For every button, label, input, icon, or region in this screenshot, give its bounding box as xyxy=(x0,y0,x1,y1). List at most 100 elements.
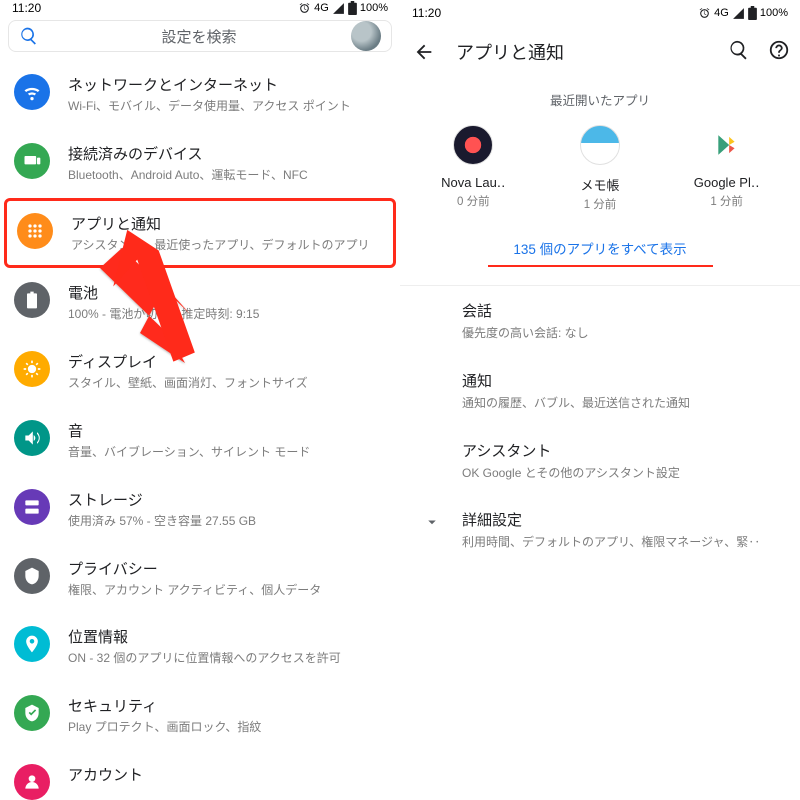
settings-list: ネットワークとインターネット Wi-Fi、モバイル、データ使用量、アクセス ポイン… xyxy=(0,60,400,800)
item-sub: Wi-Fi、モバイル、データ使用量、アクセス ポイント xyxy=(68,98,386,115)
alarm-icon xyxy=(298,2,311,15)
item-title: 音 xyxy=(68,420,386,441)
recent-app-play[interactable]: Google Pl‥ 1 分前 xyxy=(672,125,782,212)
battery-pct: 100% xyxy=(360,2,388,14)
battery-icon xyxy=(348,1,357,15)
memo-app-icon xyxy=(580,125,620,165)
row-sub: 通知の履歴、バブル、最近送信された通知 xyxy=(462,395,782,412)
item-title: 接続済みのデバイス xyxy=(68,143,386,164)
row-conversations[interactable]: 会話 優先度の高い会話: なし xyxy=(400,286,800,356)
annotation-underline xyxy=(488,265,713,267)
row-title: アシスタント xyxy=(462,440,782,461)
battery-icon xyxy=(748,6,757,20)
battery-pct: 100% xyxy=(760,7,788,19)
status-right: 4G 100% xyxy=(698,6,788,20)
item-sub: Play プロテクト、画面ロック、指紋 xyxy=(68,719,386,736)
devices-icon xyxy=(14,143,50,179)
security-icon xyxy=(14,695,50,731)
item-title: 位置情報 xyxy=(68,626,386,647)
storage-icon xyxy=(14,489,50,525)
status-time: 11:20 xyxy=(12,1,41,15)
row-title: 通知 xyxy=(462,370,782,391)
item-sub: スタイル、壁紙、画面消灯、フォントサイズ xyxy=(68,375,386,392)
search-button[interactable] xyxy=(728,39,750,66)
row-sub: OK Google とその他のアシスタント設定 xyxy=(462,465,782,482)
item-sub: Bluetooth、Android Auto、運転モード、NFC xyxy=(68,167,386,184)
row-title: 会話 xyxy=(462,300,782,321)
setting-sound[interactable]: 音音量、バイブレーション、サイレント モード xyxy=(0,406,400,475)
sound-icon xyxy=(14,420,50,456)
page-title: アプリと通知 xyxy=(456,39,710,65)
setting-privacy[interactable]: プライバシー権限、アカウント アクティビティ、個人データ xyxy=(0,544,400,613)
item-title: ディスプレイ xyxy=(68,351,386,372)
battery-icon xyxy=(14,282,50,318)
setting-network[interactable]: ネットワークとインターネット Wi-Fi、モバイル、データ使用量、アクセス ポイン… xyxy=(0,60,400,129)
show-all-link: 135 個のアプリをすべて表示 xyxy=(513,238,686,258)
setting-connected-devices[interactable]: 接続済みのデバイス Bluetooth、Android Auto、運転モード、NF… xyxy=(0,129,400,198)
privacy-icon xyxy=(14,558,50,594)
app-time: 0 分前 xyxy=(457,193,490,209)
status-time: 11:20 xyxy=(412,6,441,20)
row-title: 詳細設定 xyxy=(462,509,782,530)
item-sub: 使用済み 57% - 空き容量 27.55 GB xyxy=(68,513,386,530)
account-icon xyxy=(14,764,50,800)
app-name: Nova Lau‥ xyxy=(441,175,505,191)
highlight-box: アプリと通知アシスタント、最近使ったアプリ、デフォルトのアプリ xyxy=(4,198,396,269)
app-time: 1 分前 xyxy=(710,193,743,209)
recent-apps-row: Nova Lau‥ 0 分前 メモ帳 1 分前 Google Pl‥ 1 分前 xyxy=(400,125,800,218)
account-avatar[interactable] xyxy=(351,21,381,51)
row-assistant[interactable]: アシスタント OK Google とその他のアシスタント設定 xyxy=(400,426,800,496)
item-sub: アシスタント、最近使ったアプリ、デフォルトのアプリ xyxy=(71,237,383,254)
recent-app-memo[interactable]: メモ帳 1 分前 xyxy=(545,125,655,212)
recent-label: 最近開いたアプリ xyxy=(400,78,800,125)
left-screen: 11:20 4G 100% 設定を検索 ネットワークとインターネット Wi-Fi、… xyxy=(0,0,400,800)
item-sub: 音量、バイブレーション、サイレント モード xyxy=(68,444,386,461)
item-sub: 権限、アカウント アクティビティ、個人データ xyxy=(68,582,386,599)
google-play-icon xyxy=(707,125,747,165)
nova-launcher-icon xyxy=(453,125,493,165)
item-title: プライバシー xyxy=(68,558,386,579)
item-title: アプリと通知 xyxy=(71,213,383,234)
item-sub: ON - 32 個のアプリに位置情報へのアクセスを許可 xyxy=(68,650,386,667)
item-title: セキュリティ xyxy=(68,695,386,716)
setting-security[interactable]: セキュリティ Play プロテクト、画面ロック、指紋 xyxy=(0,681,400,750)
net-label: 4G xyxy=(314,2,329,14)
net-label: 4G xyxy=(714,7,729,19)
show-all-apps[interactable]: 135 個のアプリをすべて表示 xyxy=(400,218,800,273)
signal-icon xyxy=(332,2,345,15)
row-sub: 利用時間、デフォルトのアプリ、権限マネージャ、緊‥ xyxy=(462,534,782,551)
setting-storage[interactable]: ストレージ使用済み 57% - 空き容量 27.55 GB xyxy=(0,475,400,544)
status-bar: 11:20 4G 100% xyxy=(400,0,800,26)
arrow-back-icon xyxy=(413,41,435,63)
search-bar[interactable]: 設定を検索 xyxy=(8,20,392,52)
setting-battery[interactable]: 電池100% - 電池が切れる推定時刻: 9:15 xyxy=(0,268,400,337)
row-notifications[interactable]: 通知 通知の履歴、バブル、最近送信された通知 xyxy=(400,356,800,426)
app-name: Google Pl‥ xyxy=(694,175,760,191)
wifi-icon xyxy=(14,74,50,110)
recent-app-nova[interactable]: Nova Lau‥ 0 分前 xyxy=(418,125,528,212)
setting-account[interactable]: アカウント xyxy=(0,750,400,800)
row-sub: 優先度の高い会話: なし xyxy=(462,325,782,342)
setting-apps-notifications[interactable]: アプリと通知アシスタント、最近使ったアプリ、デフォルトのアプリ xyxy=(7,201,393,266)
back-button[interactable] xyxy=(410,38,438,66)
detail-header: アプリと通知 xyxy=(400,26,800,78)
item-sub: 100% - 電池が切れる推定時刻: 9:15 xyxy=(68,306,386,323)
signal-icon xyxy=(732,7,745,20)
help-button[interactable] xyxy=(768,39,790,66)
setting-display[interactable]: ディスプレイスタイル、壁紙、画面消灯、フォントサイズ xyxy=(0,337,400,406)
app-name: メモ帳 xyxy=(580,175,619,194)
display-icon xyxy=(14,351,50,387)
app-time: 1 分前 xyxy=(584,196,617,212)
search-icon xyxy=(19,26,39,46)
location-icon xyxy=(14,626,50,662)
apps-icon xyxy=(17,213,53,249)
search-placeholder: 設定を検索 xyxy=(47,26,351,47)
setting-location[interactable]: 位置情報 ON - 32 個のアプリに位置情報へのアクセスを許可 xyxy=(0,612,400,681)
help-icon xyxy=(768,39,790,61)
item-title: アカウント xyxy=(68,764,386,785)
item-title: ネットワークとインターネット xyxy=(68,74,386,95)
chevron-down-icon xyxy=(420,513,444,531)
row-advanced[interactable]: 詳細設定 利用時間、デフォルトのアプリ、権限マネージャ、緊‥ xyxy=(400,495,800,565)
search-icon xyxy=(728,39,750,61)
right-screen: 11:20 4G 100% アプリと通知 最近開いたアプリ Nova Lau‥ … xyxy=(400,0,800,800)
